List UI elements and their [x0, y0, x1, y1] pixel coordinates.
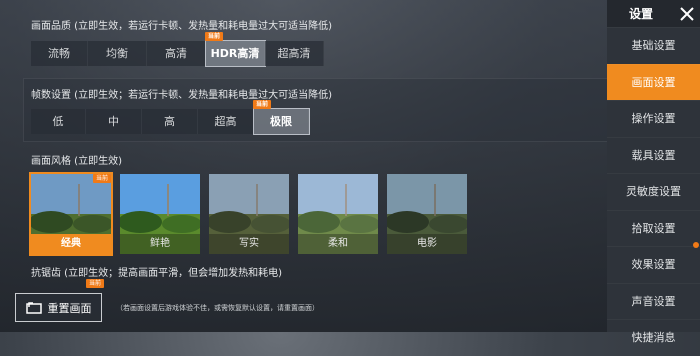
framerate-option-ultra[interactable]: 超高	[198, 109, 254, 134]
style-label: 画面风格 (立即生效)	[31, 156, 122, 167]
quality-option-balanced[interactable]: 均衡	[88, 41, 147, 66]
framerate-option-low[interactable]: 低	[31, 109, 86, 134]
sidebar-item-controls[interactable]: 操作设置	[607, 100, 700, 137]
current-tag: 当前	[86, 279, 105, 288]
quality-option-hdr[interactable]: 当前 HDR高清	[205, 32, 266, 67]
sidebar-item-basic[interactable]: 基础设置	[607, 27, 700, 64]
quality-option-hdr-label: HDR高清	[210, 47, 260, 60]
sidebar-item-quick-messages[interactable]: 快捷消息	[607, 319, 700, 356]
notification-dot	[693, 242, 699, 248]
sidebar-item-effects[interactable]: 效果设置	[607, 246, 700, 283]
sidebar-item-graphics[interactable]: 画面设置	[607, 63, 700, 100]
style-option-cinematic-label: 电影	[387, 234, 467, 254]
framerate-label: 帧数设置 (立即生效；若运行卡顿、发热量和耗电量过大可适当降低)	[31, 90, 332, 101]
current-tag: 当前	[92, 174, 111, 183]
style-option-realistic[interactable]: 写实	[209, 174, 289, 254]
style-option-vivid-label: 鲜艳	[120, 234, 200, 254]
close-icon[interactable]	[680, 6, 694, 21]
sidebar-item-pickup[interactable]: 拾取设置	[607, 209, 700, 247]
framerate-option-extreme[interactable]: 当前 极限	[253, 100, 310, 135]
reset-graphics-label: 重置画面	[47, 301, 92, 315]
sidebar-item-sensitivity[interactable]: 灵敏度设置	[607, 173, 700, 210]
quality-option-ultra[interactable]: 超高清	[265, 41, 324, 66]
quality-selector: 流畅 均衡 高清 当前 HDR高清 超高清	[31, 32, 324, 67]
quality-label: 画面品质 (立即生效，若运行卡顿、发热量和耗电量过大可适当降低)	[31, 21, 332, 32]
sidebar-item-sound[interactable]: 声音设置	[607, 282, 700, 320]
style-option-vivid[interactable]: 鲜艳	[120, 174, 200, 254]
style-option-cinematic[interactable]: 电影	[387, 174, 467, 254]
reset-hint: （若画面设置后游戏体验不佳，或需恢复默认设置，请重置画面）	[116, 304, 319, 312]
quality-option-smooth[interactable]: 流畅	[31, 41, 88, 66]
quality-option-hd[interactable]: 高清	[147, 41, 206, 66]
sidebar-item-vehicle[interactable]: 载具设置	[607, 136, 700, 174]
current-tag: 当前	[253, 100, 272, 109]
style-option-soft[interactable]: 柔和	[298, 174, 378, 254]
style-option-realistic-label: 写实	[209, 234, 289, 254]
framerate-option-high[interactable]: 高	[142, 109, 198, 134]
framerate-option-medium[interactable]: 中	[86, 109, 142, 134]
antialias-label: 抗锯齿 (立即生效；提高画面平滑，但会增加发热和耗电)	[31, 268, 282, 279]
style-option-soft-label: 柔和	[298, 234, 378, 254]
settings-sidebar: 设置 基础设置 画面设置 操作设置 载具设置 灵敏度设置 拾取设置 效果设置 声…	[607, 0, 700, 344]
style-selector: 当前 经典 鲜艳 写实 柔和 电影	[29, 172, 467, 256]
sidebar-header: 设置	[607, 0, 700, 27]
framerate-option-extreme-label: 极限	[270, 115, 292, 128]
style-option-classic-label: 经典	[31, 234, 111, 254]
settings-content: 画面品质 (立即生效，若运行卡顿、发热量和耗电量过大可适当降低) 流畅 均衡 高…	[0, 0, 608, 332]
reset-graphics-button[interactable]: 重置画面	[15, 293, 102, 322]
style-option-classic[interactable]: 当前 经典	[29, 172, 113, 256]
current-tag: 当前	[205, 32, 224, 41]
framerate-selector: 低 中 高 超高 当前 极限	[31, 100, 310, 135]
reset-icon	[25, 301, 42, 314]
sidebar-title: 设置	[629, 7, 654, 21]
